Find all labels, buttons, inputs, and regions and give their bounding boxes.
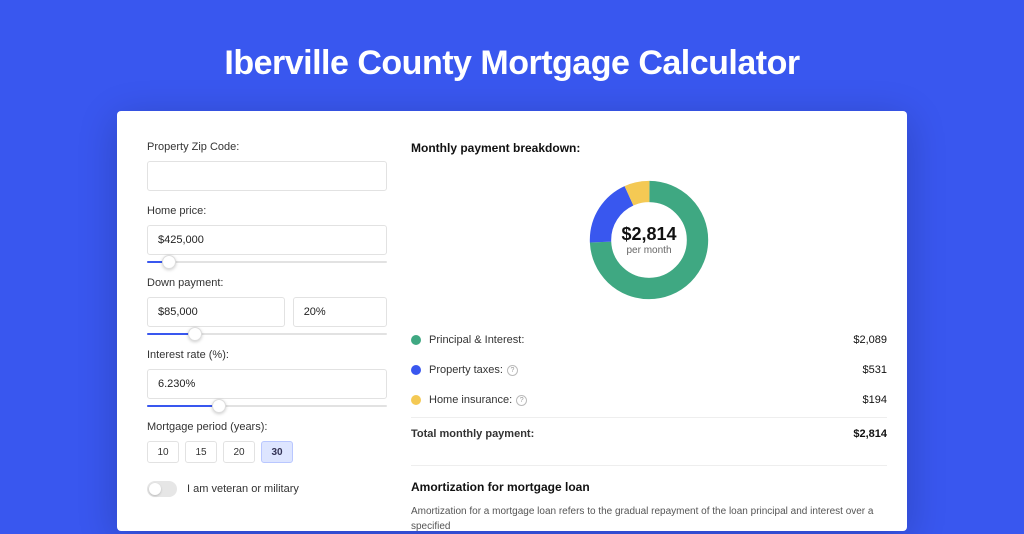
home-price-slider-thumb[interactable] — [162, 255, 176, 269]
zip-label: Property Zip Code: — [147, 141, 387, 153]
period-btn-20[interactable]: 20 — [223, 441, 255, 463]
info-icon[interactable]: ? — [507, 365, 518, 376]
zip-input[interactable] — [147, 161, 387, 191]
legend-label: Property taxes:? — [429, 364, 863, 376]
info-icon[interactable]: ? — [516, 395, 527, 406]
page-title: Iberville County Mortgage Calculator — [0, 0, 1024, 111]
divider — [411, 465, 887, 466]
zip-field: Property Zip Code: — [147, 141, 387, 191]
interest-slider-thumb[interactable] — [212, 399, 226, 413]
legend: Principal & Interest:$2,089Property taxe… — [411, 325, 887, 415]
home-price-field: Home price: — [147, 205, 387, 263]
period-field: Mortgage period (years): 10 15 20 30 — [147, 421, 387, 463]
down-payment-slider-thumb[interactable] — [188, 327, 202, 341]
legend-row: Principal & Interest:$2,089 — [411, 325, 887, 355]
period-btn-10[interactable]: 10 — [147, 441, 179, 463]
down-payment-label: Down payment: — [147, 277, 387, 289]
down-payment-input[interactable] — [147, 297, 285, 327]
legend-dot — [411, 365, 421, 375]
interest-input[interactable] — [147, 369, 387, 399]
legend-label: Principal & Interest: — [429, 334, 853, 346]
veteran-label: I am veteran or military — [187, 483, 299, 495]
interest-label: Interest rate (%): — [147, 349, 387, 361]
donut-sub: per month — [621, 245, 676, 256]
legend-dot — [411, 335, 421, 345]
legend-total-value: $2,814 — [853, 428, 887, 440]
interest-slider-fill — [147, 405, 219, 407]
period-label: Mortgage period (years): — [147, 421, 387, 433]
amort-title: Amortization for mortgage loan — [411, 480, 887, 494]
interest-field: Interest rate (%): — [147, 349, 387, 407]
interest-slider[interactable] — [147, 405, 387, 407]
period-btn-30[interactable]: 30 — [261, 441, 293, 463]
donut-center: $2,814 per month — [621, 224, 676, 256]
legend-value: $194 — [863, 394, 887, 406]
legend-label: Home insurance:? — [429, 394, 863, 406]
down-payment-field: Down payment: — [147, 277, 387, 335]
down-payment-slider[interactable] — [147, 333, 387, 335]
donut-amount: $2,814 — [621, 224, 676, 245]
home-price-input[interactable] — [147, 225, 387, 255]
veteran-toggle-knob — [149, 483, 161, 495]
home-price-slider[interactable] — [147, 261, 387, 263]
legend-row: Property taxes:?$531 — [411, 355, 887, 385]
home-price-label: Home price: — [147, 205, 387, 217]
legend-row: Home insurance:?$194 — [411, 385, 887, 415]
veteran-row: I am veteran or military — [147, 481, 387, 497]
legend-total-label: Total monthly payment: — [411, 428, 853, 440]
legend-value: $531 — [863, 364, 887, 376]
period-btn-15[interactable]: 15 — [185, 441, 217, 463]
calculator-card: Property Zip Code: Home price: Down paym… — [117, 111, 907, 531]
donut-chart: $2,814 per month — [411, 165, 887, 315]
legend-value: $2,089 — [853, 334, 887, 346]
legend-total-row: Total monthly payment: $2,814 — [411, 417, 887, 449]
results-panel: Monthly payment breakdown: $2,814 per mo… — [411, 141, 887, 531]
period-options: 10 15 20 30 — [147, 441, 387, 463]
amort-body: Amortization for a mortgage loan refers … — [411, 504, 887, 534]
veteran-toggle[interactable] — [147, 481, 177, 497]
legend-dot — [411, 395, 421, 405]
down-payment-pct-input[interactable] — [293, 297, 387, 327]
inputs-panel: Property Zip Code: Home price: Down paym… — [147, 141, 387, 531]
breakdown-title: Monthly payment breakdown: — [411, 141, 887, 155]
